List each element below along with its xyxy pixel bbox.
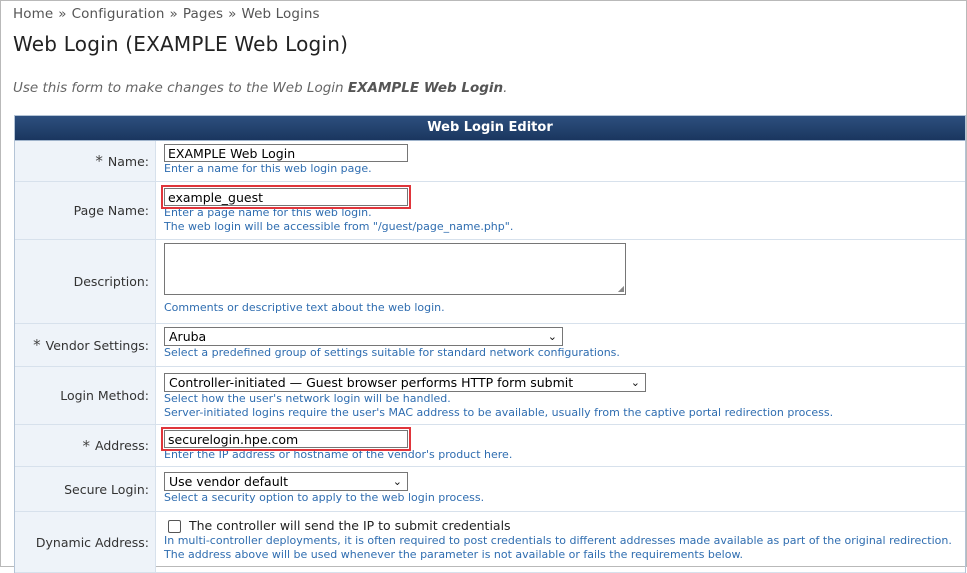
- intro-login-name: EXAMPLE Web Login: [347, 80, 504, 96]
- vendor-settings-select[interactable]: Aruba ⌄: [164, 327, 563, 346]
- breadcrumb-separator: »: [58, 6, 67, 22]
- description-label: Description:: [73, 274, 149, 289]
- vendor-settings-hint: Select a predefined group of settings su…: [164, 346, 620, 359]
- login-method-label: Login Method:: [60, 388, 149, 403]
- description-hint: Comments or descriptive text about the w…: [164, 301, 445, 314]
- resize-grip-icon[interactable]: ◢: [618, 285, 624, 293]
- secure-login-label-cell: Secure Login:: [15, 467, 156, 511]
- row-dynamic-address: Dynamic Address: The controller will sen…: [15, 512, 965, 573]
- address-label-cell: * Address:: [15, 425, 156, 466]
- required-mark: *: [95, 152, 103, 170]
- row-address: * Address: securelogin.hpe.com Enter the …: [15, 425, 965, 467]
- name-hint: Enter a name for this web login page.: [164, 162, 372, 175]
- chevron-down-icon: ⌄: [547, 330, 557, 343]
- name-input[interactable]: EXAMPLE Web Login: [164, 144, 408, 162]
- web-login-editor: Web Login Editor * Name: EXAMPLE Web Logi…: [14, 115, 966, 573]
- intro-text: Use this form to make changes to the Web…: [13, 80, 507, 96]
- login-method-value: Controller-initiated — Guest browser per…: [169, 375, 574, 390]
- page-name-input[interactable]: example_guest: [161, 185, 411, 209]
- page-name-label: Page Name:: [73, 203, 149, 218]
- vendor-settings-label: Vendor Settings:: [45, 337, 149, 353]
- login-method-hint: Select how the user's network login will…: [164, 392, 451, 405]
- dynamic-address-fallback-hint: The address above will be used whenever …: [164, 548, 743, 561]
- breadcrumb-pages[interactable]: Pages: [183, 6, 223, 22]
- page-name-label-cell: Page Name:: [15, 182, 156, 239]
- page-title: Web Login (EXAMPLE Web Login): [13, 32, 349, 56]
- address-hint: Enter the IP address or hostname of the …: [164, 448, 513, 461]
- secure-login-hint: Select a security option to apply to the…: [164, 491, 485, 504]
- login-method-mac-hint: Server-initiated logins require the user…: [164, 406, 834, 419]
- vendor-settings-label-cell: * Vendor Settings:: [15, 324, 156, 366]
- address-input[interactable]: securelogin.hpe.com: [161, 427, 411, 451]
- dynamic-address-label: Dynamic Address:: [35, 534, 149, 550]
- name-label: Name:: [107, 153, 149, 169]
- name-label-cell: * Name:: [15, 141, 156, 181]
- vendor-settings-value: Aruba: [169, 329, 207, 344]
- address-label: Address:: [95, 438, 149, 453]
- page-name-hint: Enter a page name for this web login.: [164, 206, 372, 219]
- intro-suffix: .: [503, 80, 508, 96]
- dynamic-address-checkbox[interactable]: [168, 520, 181, 533]
- row-secure-login: Secure Login: Use vendor default ⌄ Select…: [15, 467, 965, 512]
- breadcrumb-separator: »: [228, 6, 237, 22]
- required-mark: *: [33, 336, 41, 354]
- row-name: * Name: EXAMPLE Web Login Enter a name fo…: [15, 141, 965, 182]
- dynamic-address-hint: In multi-controller deployments, it is o…: [164, 534, 952, 547]
- breadcrumb-configuration[interactable]: Configuration: [72, 6, 165, 22]
- login-method-select[interactable]: Controller-initiated — Guest browser per…: [164, 373, 646, 392]
- secure-login-label: Secure Login:: [64, 481, 149, 497]
- chevron-down-icon: ⌄: [630, 376, 640, 389]
- row-description: Description: ◢ Comments or descriptive t…: [15, 240, 965, 324]
- breadcrumb: Home» Configuration» Pages» Web Logins: [13, 6, 320, 22]
- page-name-url-hint: The web login will be accessible from "/…: [164, 220, 514, 233]
- dynamic-address-checkbox-label[interactable]: The controller will send the IP to submi…: [189, 518, 511, 533]
- intro-prefix: Use this form to make changes to the Web…: [13, 80, 348, 96]
- secure-login-select[interactable]: Use vendor default ⌄: [164, 472, 408, 491]
- description-textarea[interactable]: ◢: [164, 243, 626, 295]
- login-method-label-cell: Login Method:: [15, 367, 156, 424]
- row-vendor-settings: * Vendor Settings: Aruba ⌄ Select a predef…: [15, 324, 965, 367]
- secure-login-value: Use vendor default: [169, 474, 289, 489]
- dynamic-address-label-cell: Dynamic Address:: [15, 512, 156, 572]
- breadcrumb-web-logins[interactable]: Web Logins: [241, 6, 319, 22]
- description-label-cell: Description:: [15, 240, 156, 323]
- breadcrumb-separator: »: [169, 6, 178, 22]
- row-page-name: Page Name: example_guest Enter a page na…: [15, 182, 965, 240]
- breadcrumb-home[interactable]: Home: [13, 6, 53, 22]
- editor-header: Web Login Editor: [15, 116, 965, 141]
- row-login-method: Login Method: Controller-initiated — Gue…: [15, 367, 965, 425]
- chevron-down-icon: ⌄: [392, 475, 402, 488]
- required-mark: *: [82, 436, 91, 455]
